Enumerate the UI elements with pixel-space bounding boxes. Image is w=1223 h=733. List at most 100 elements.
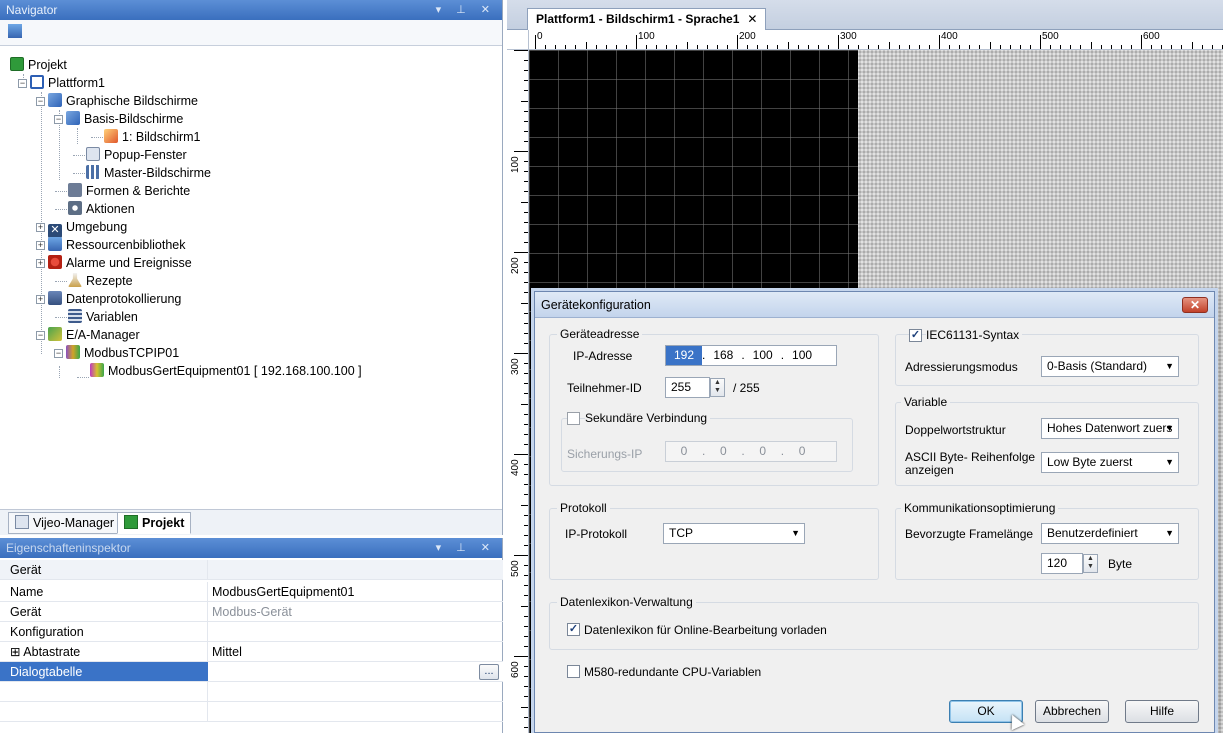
ruler-tick xyxy=(524,625,528,627)
inspector-title: Eigenschafteninspektor xyxy=(6,541,131,555)
group-label: Geräteadresse xyxy=(557,327,643,341)
ruler-tick xyxy=(636,35,637,49)
tree-node-popup-fenster[interactable]: Popup-Fenster xyxy=(86,146,187,164)
tree-node-graphische-bildschirme[interactable]: − Graphische Bildschirme xyxy=(36,92,198,110)
ruler-tick xyxy=(817,45,819,49)
ruler-tick xyxy=(1050,45,1052,49)
tree-node-basis-bildschirme[interactable]: − Basis-Bildschirme xyxy=(54,110,183,128)
byte-stepper[interactable]: 120 ▲ ▼ xyxy=(1041,553,1098,574)
ruler-tick xyxy=(521,100,528,102)
sicherungs-ip-label: Sicherungs-IP xyxy=(567,447,643,461)
ruler-tick xyxy=(524,494,528,496)
dialog-title-bar[interactable]: Gerätekonfiguration ✕ xyxy=(535,292,1214,318)
tree-node-modbus-equipment[interactable]: ModbusGertEquipment01 [ 192.168.100.100 … xyxy=(90,362,362,380)
ruler-tick xyxy=(524,70,528,72)
dialogtabelle-value[interactable] xyxy=(208,662,503,681)
property-row-abtastrate[interactable]: ⊞ Abtastrate Mittel xyxy=(0,642,503,662)
dialogtabelle-browse-button[interactable]: ... xyxy=(479,664,499,680)
framelaenge-select[interactable]: Benutzerdefiniert ▼ xyxy=(1041,523,1179,544)
ruler-tick xyxy=(1181,45,1183,49)
expand-icon[interactable]: + xyxy=(36,259,45,268)
expand-icon[interactable]: ⊞ xyxy=(10,645,20,659)
ip-protokoll-select[interactable]: TCP ▼ xyxy=(663,523,805,544)
tree-node-umgebung[interactable]: + ✕ Umgebung xyxy=(36,218,127,238)
ascii-reihenfolge-select[interactable]: Low Byte zuerst ▼ xyxy=(1041,452,1179,473)
property-row-geraet[interactable]: Gerät Modbus-Gerät xyxy=(0,602,503,622)
tree-node-aktionen[interactable]: Aktionen xyxy=(68,200,135,218)
tree-node-variablen[interactable]: Variablen xyxy=(68,308,138,326)
ruler-tick xyxy=(524,484,528,486)
collapse-icon[interactable]: − xyxy=(36,331,45,340)
ruler-tick xyxy=(827,45,829,49)
tree-node-plattform1[interactable]: − Plattform1 xyxy=(18,74,105,92)
tree-node-datenprotokollierung[interactable]: + Datenprotokollierung xyxy=(36,290,181,308)
inspector-window-controls[interactable]: ▾ ⊥ ✕ xyxy=(436,538,496,558)
expand-icon[interactable]: + xyxy=(36,241,45,250)
ruler-tick xyxy=(524,544,528,546)
ruler-tick xyxy=(535,35,536,49)
ip-address-input[interactable]: 192. 168. 100. 100 xyxy=(665,345,837,366)
iec61131-checkbox[interactable]: ✓ xyxy=(909,329,922,342)
property-row-name[interactable]: Name ModbusGertEquipment01 xyxy=(0,582,503,602)
ruler-tick xyxy=(737,35,738,49)
stepper-arrows-icon[interactable]: ▲ ▼ xyxy=(710,378,725,397)
expand-icon[interactable]: + xyxy=(36,223,45,232)
doppelwortstruktur-select[interactable]: Hohes Datenwort zuers ▼ xyxy=(1041,418,1179,439)
ruler-tick xyxy=(555,45,557,49)
teilnehmer-id-stepper[interactable]: 255 ▲ ▼ xyxy=(665,377,725,398)
tree-node-projekt[interactable]: Projekt xyxy=(10,56,67,74)
ruler-tick xyxy=(918,45,920,49)
sekundaere-verbindung-checkbox[interactable] xyxy=(567,412,580,425)
tree-node-ea-manager[interactable]: − E/A-Manager xyxy=(36,326,140,344)
ruler-tick xyxy=(1191,42,1193,49)
tree-node-master-bildschirme[interactable]: Master-Bildschirme xyxy=(86,164,211,182)
tree-node-rezepte[interactable]: Rezepte xyxy=(68,272,133,290)
collapse-icon[interactable]: − xyxy=(36,97,45,106)
ruler-tick xyxy=(524,161,528,163)
tree-node-alarme[interactable]: + Alarme und Ereignisse xyxy=(36,254,192,272)
stepper-arrows-icon[interactable]: ▲ ▼ xyxy=(1083,554,1098,573)
sekundaere-verbindung-label: Sekundäre Verbindung xyxy=(585,411,711,425)
navigator-title-bar[interactable]: Navigator ▾ ⊥ ✕ xyxy=(0,0,502,20)
navigator-window-controls[interactable]: ▾ ⊥ ✕ xyxy=(436,0,496,20)
flask-icon xyxy=(68,273,82,287)
adressierungsmodus-select[interactable]: 0-Basis (Standard) ▼ xyxy=(1041,356,1179,377)
tree-node-modbus-tcpip[interactable]: − ModbusTCPIP01 xyxy=(54,344,179,362)
ruler-tick xyxy=(524,595,528,597)
datenlexikon-checkbox[interactable]: ✓ xyxy=(567,623,580,636)
help-button[interactable]: Hilfe xyxy=(1125,700,1199,723)
ruler-tick xyxy=(521,504,528,506)
m580-checkbox[interactable] xyxy=(567,665,580,678)
ruler-tick xyxy=(565,45,567,49)
property-row-empty xyxy=(0,682,503,702)
inspector-title-bar[interactable]: Eigenschafteninspektor ▾ ⊥ ✕ xyxy=(0,538,502,558)
collapse-icon[interactable]: − xyxy=(54,115,63,124)
m580-label: M580-redundante CPU-Variablen xyxy=(584,665,762,679)
property-row-konfiguration[interactable]: Konfiguration xyxy=(0,622,503,642)
dialog-title: Gerätekonfiguration xyxy=(541,298,651,312)
document-tab[interactable]: Plattform1 - Bildschirm1 - Sprache1 ✕ xyxy=(527,8,767,30)
tree-node-formen-berichte[interactable]: Formen & Berichte xyxy=(68,182,190,200)
ruler-tick xyxy=(1211,45,1213,49)
property-row-dialogtabelle[interactable]: Dialogtabelle ... xyxy=(0,662,503,682)
tree-node-bildschirm1[interactable]: 1: Bildschirm1 xyxy=(104,128,201,146)
group-label: Variable xyxy=(901,395,951,409)
expand-icon[interactable]: + xyxy=(36,295,45,304)
tree-node-ressourcenbibliothek[interactable]: + Ressourcenbibliothek xyxy=(36,236,186,254)
cancel-button[interactable]: Abbrechen xyxy=(1035,700,1109,723)
close-icon[interactable]: ✕ xyxy=(747,12,757,26)
property-row-empty xyxy=(0,702,503,722)
close-button[interactable]: ✕ xyxy=(1182,297,1208,313)
navigator-tool-icon[interactable] xyxy=(8,24,22,38)
ruler-tick xyxy=(524,231,528,233)
tab-projekt[interactable]: Projekt xyxy=(117,512,192,534)
tab-vijeo-manager[interactable]: Vijeo-Manager xyxy=(8,512,122,534)
ruler-corner xyxy=(507,30,529,50)
ruler-tick xyxy=(524,443,528,445)
collapse-icon[interactable]: − xyxy=(54,349,63,358)
screens-icon xyxy=(48,93,62,107)
ruler-tick xyxy=(524,262,528,264)
ruler-tick xyxy=(524,60,528,62)
ruler-tick xyxy=(524,363,528,365)
collapse-icon[interactable]: − xyxy=(18,79,27,88)
